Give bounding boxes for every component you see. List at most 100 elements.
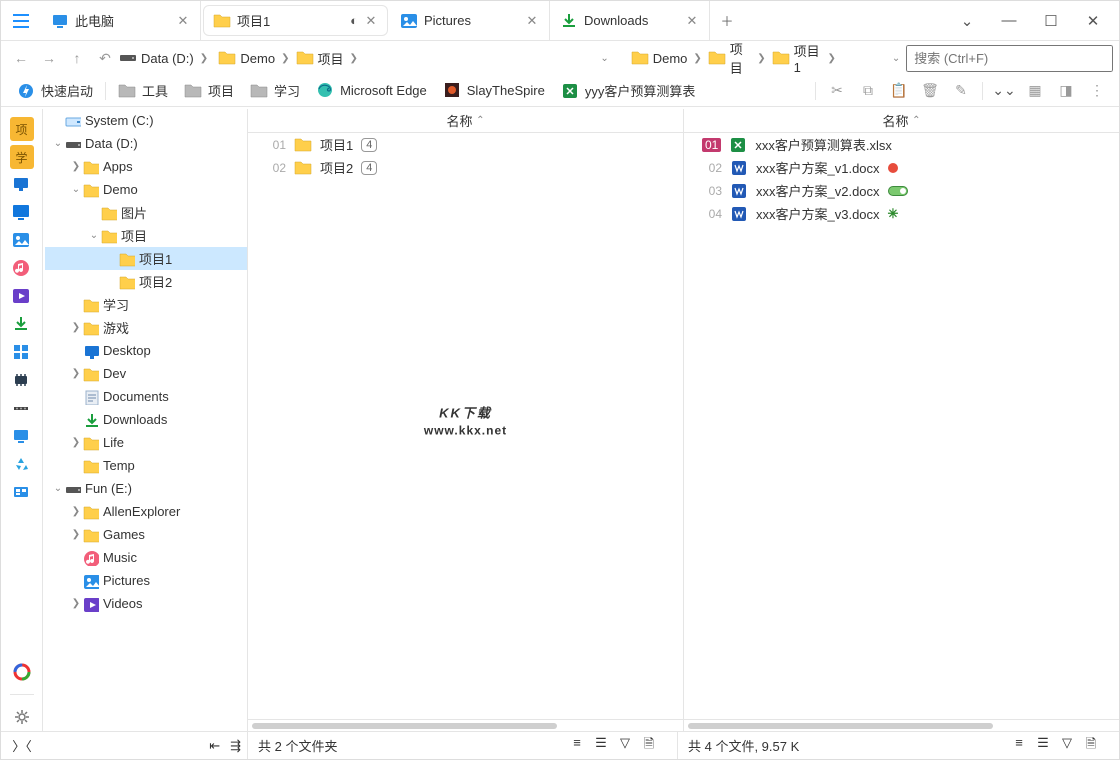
tree-item-System (C:)[interactable]: System (C:) bbox=[45, 109, 247, 132]
cut-icon[interactable]: ✂ bbox=[823, 82, 851, 99]
chevron-icon[interactable]: ❯ bbox=[69, 161, 83, 172]
fav-control[interactable] bbox=[8, 479, 36, 507]
list-view-icon[interactable]: ≡ bbox=[1009, 735, 1029, 757]
fav-学习[interactable]: 学习 bbox=[242, 81, 308, 100]
grid-view-icon[interactable]: ▦ bbox=[1021, 82, 1049, 99]
chevron-right-icon[interactable]: ❯ bbox=[348, 53, 360, 64]
chevron-icon[interactable]: ⌄ bbox=[51, 138, 65, 149]
crumb-project[interactable]: 项目❯ bbox=[314, 47, 364, 70]
tree-item-图片[interactable]: 图片 bbox=[45, 201, 247, 224]
column-header-name[interactable]: 名称 ⌃ bbox=[684, 109, 1119, 133]
fav-projects[interactable]: 项 bbox=[8, 115, 36, 143]
settings-icon[interactable] bbox=[8, 703, 36, 731]
undo-button[interactable]: ↶ bbox=[91, 50, 119, 67]
tab-close-icon[interactable]: ✕ bbox=[685, 13, 699, 29]
tree-item-Dev[interactable]: ❯ Dev bbox=[45, 362, 247, 385]
chevron-icon[interactable]: ❯ bbox=[69, 529, 83, 540]
crumb-project1[interactable]: 项目1❯ bbox=[790, 39, 842, 77]
fav-downloads[interactable] bbox=[8, 311, 36, 339]
tab-this-pc[interactable]: 此电脑 ✕ bbox=[41, 1, 201, 40]
contrast-icon[interactable]: ◐ bbox=[350, 14, 358, 27]
scrollbar-horizontal[interactable] bbox=[684, 719, 1119, 731]
list-item[interactable]: 01 xxx客户预算测算表.xlsx bbox=[684, 133, 1119, 156]
new-file-icon[interactable]: 🗎 bbox=[639, 735, 659, 757]
tree-item-Fun (E:)[interactable]: ⌄ Fun (E:) bbox=[45, 477, 247, 500]
list-item[interactable]: 02 项目2 4 bbox=[248, 156, 683, 179]
sort-icon[interactable]: ☰ bbox=[591, 735, 611, 757]
chevron-icon[interactable]: ❯ bbox=[69, 368, 83, 379]
rename-icon[interactable]: ✎ bbox=[947, 82, 975, 99]
forward-button[interactable]: → bbox=[35, 50, 63, 66]
filter-icon[interactable]: ▽ bbox=[615, 735, 635, 757]
fav-Microsoft Edge[interactable]: Microsoft Edge bbox=[308, 81, 435, 99]
tree-item-Data (D:)[interactable]: ⌄ Data (D:) bbox=[45, 132, 247, 155]
scrollbar-horizontal[interactable] bbox=[248, 719, 683, 731]
quick-launch[interactable]: 快速启动 bbox=[9, 75, 101, 106]
tree-item-游戏[interactable]: ❯ 游戏 bbox=[45, 316, 247, 339]
chevron-icon[interactable]: ⌄ bbox=[87, 230, 101, 241]
tree-item-AllenExplorer[interactable]: ❯ AllenExplorer bbox=[45, 500, 247, 523]
back-button[interactable]: ← bbox=[7, 50, 35, 66]
tab-close-icon[interactable]: ✕ bbox=[525, 13, 539, 29]
tab-downloads[interactable]: Downloads ✕ bbox=[550, 1, 710, 40]
tree-item-Desktop[interactable]: Desktop bbox=[45, 339, 247, 362]
minimize-button[interactable]: ― bbox=[995, 12, 1023, 29]
tree-item-项目[interactable]: ⌄ 项目 bbox=[45, 224, 247, 247]
crumb-drive[interactable]: Data (D:)❯ bbox=[137, 49, 214, 68]
chevron-icon[interactable]: ❯ bbox=[69, 598, 83, 609]
fav-yyy客户预算测算表[interactable]: yyy客户预算测算表 bbox=[553, 81, 704, 100]
paste-icon[interactable]: 📋 bbox=[885, 82, 913, 99]
tree-item-Apps[interactable]: ❯ Apps bbox=[45, 155, 247, 178]
fav-videos[interactable] bbox=[8, 283, 36, 311]
chevron-icon[interactable]: ⌄ bbox=[69, 184, 83, 195]
path-dropdown-icon[interactable]: ⌄ bbox=[600, 53, 608, 64]
tree-collapse-icon[interactable]: ⇶ bbox=[230, 738, 241, 754]
tab-close-icon[interactable]: ✕ bbox=[364, 13, 378, 29]
chevron-right-icon[interactable]: ❯ bbox=[279, 53, 291, 64]
list-item[interactable]: 02 xxx客户方案_v1.docx bbox=[684, 156, 1119, 179]
tree-item-Temp[interactable]: Temp bbox=[45, 454, 247, 477]
fav-pictures[interactable] bbox=[8, 227, 36, 255]
fav-desktop[interactable] bbox=[8, 171, 36, 199]
split-view-icon[interactable]: ◨ bbox=[1052, 82, 1080, 99]
fav-monitor[interactable] bbox=[8, 199, 36, 227]
chevron-right-icon[interactable]: ❯ bbox=[691, 53, 703, 64]
list-item[interactable]: 03 xxx客户方案_v2.docx bbox=[684, 179, 1119, 202]
fav-pc[interactable] bbox=[8, 423, 36, 451]
list-item[interactable]: 01 项目1 4 bbox=[248, 133, 683, 156]
fav-study[interactable]: 学 bbox=[8, 143, 36, 171]
tree-item-Games[interactable]: ❯ Games bbox=[45, 523, 247, 546]
tree-item-Downloads[interactable]: Downloads bbox=[45, 408, 247, 431]
new-tab-button[interactable]: ＋ bbox=[710, 1, 744, 40]
more-icon[interactable]: ⋮ bbox=[1083, 82, 1111, 99]
chevron-icon[interactable]: ❯ bbox=[69, 506, 83, 517]
indent-left-icon[interactable]: ⇤ bbox=[209, 738, 220, 754]
up-button[interactable]: ↑ bbox=[63, 50, 91, 66]
tree-item-项目2[interactable]: 项目2 bbox=[45, 270, 247, 293]
chevron-right-icon[interactable]: ❯ bbox=[755, 53, 767, 64]
copy-icon[interactable]: ⧉ bbox=[854, 82, 882, 99]
fav-项目[interactable]: 项目 bbox=[176, 81, 242, 100]
collapse-rail-icon[interactable]: 〉〈 bbox=[1, 732, 43, 759]
chevron-down-icon[interactable]: ⌄ bbox=[953, 12, 981, 30]
delete-icon[interactable]: 🗑 bbox=[916, 82, 944, 99]
tab-project1[interactable]: 项目1 ◐ ✕ bbox=[203, 5, 388, 36]
chevron-right-icon[interactable]: ❯ bbox=[198, 53, 210, 64]
fav-apps[interactable] bbox=[8, 339, 36, 367]
maximize-button[interactable]: ☐ bbox=[1037, 12, 1065, 30]
crumb-project2[interactable]: 项目❯ bbox=[726, 37, 772, 79]
new-file-icon[interactable]: 🗎 bbox=[1081, 735, 1101, 757]
tree-item-Life[interactable]: ❯ Life bbox=[45, 431, 247, 454]
chevron-icon[interactable]: ⌄ bbox=[51, 483, 65, 494]
fav-recycle[interactable] bbox=[8, 451, 36, 479]
crumb-demo2[interactable]: Demo❯ bbox=[649, 49, 708, 68]
tree-item-项目1[interactable]: 项目1 bbox=[45, 247, 247, 270]
tree-item-Music[interactable]: Music bbox=[45, 546, 247, 569]
tree-item-Documents[interactable]: Documents bbox=[45, 385, 247, 408]
menu-button[interactable] bbox=[1, 1, 41, 40]
list-item[interactable]: 04 xxx客户方案_v3.docx ✳ bbox=[684, 202, 1119, 225]
path-dropdown-icon[interactable]: ⌄ bbox=[892, 53, 900, 64]
tab-close-icon[interactable]: ✕ bbox=[176, 13, 190, 29]
tree-item-学习[interactable]: 学习 bbox=[45, 293, 247, 316]
fav-unknown1[interactable] bbox=[8, 367, 36, 395]
